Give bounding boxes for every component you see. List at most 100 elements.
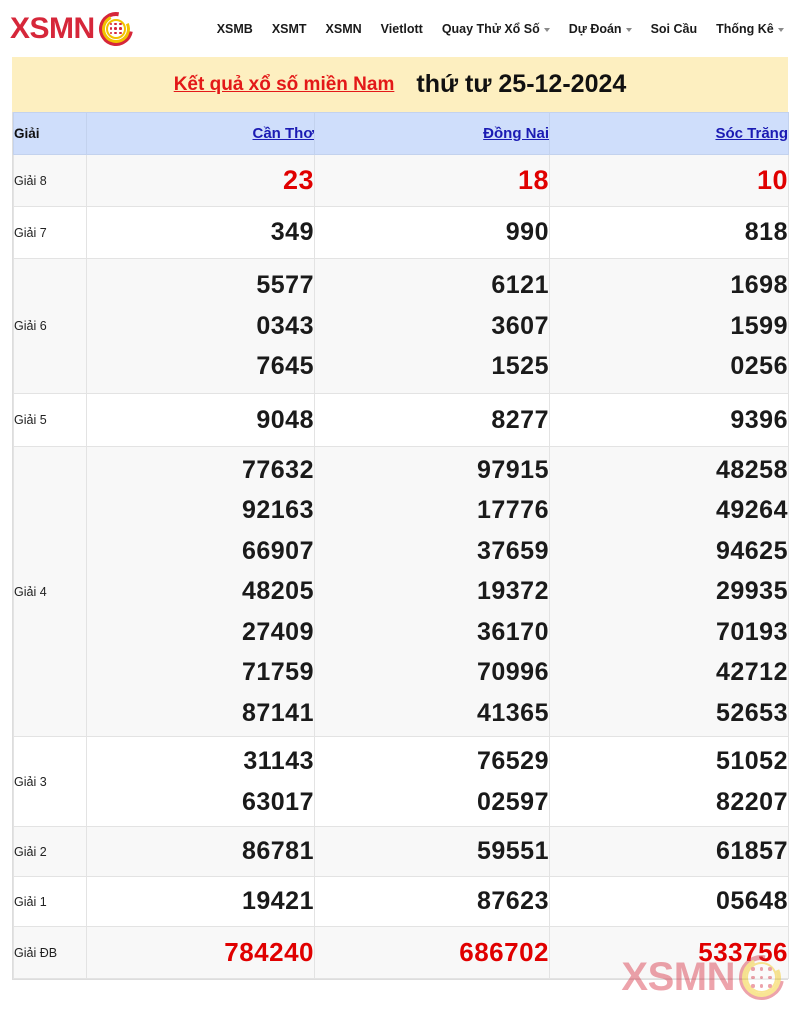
results-title-link[interactable]: Kết quả xổ số miền Nam <box>174 74 395 96</box>
logo-text: XSMN <box>10 11 95 45</box>
table-row-prize-4: Giải 4 77632 92163 66907 48205 27409 71759 871… <box>13 446 789 737</box>
table-row-prize-6: Giải 6 5577 0343 7645 6121 3607 1525 1698 159… <box>13 258 789 394</box>
result-cell: 18 <box>314 154 550 207</box>
result-number: 63017 <box>241 787 314 816</box>
result-cell: 818 <box>549 206 789 259</box>
result-number: 51052 <box>715 747 788 775</box>
province-link[interactable]: Đồng Nai <box>483 125 549 142</box>
result-number: 86781 <box>241 837 314 866</box>
result-number: 1525 <box>491 352 549 381</box>
nav-label: Quay Thử Xổ Số <box>441 21 540 36</box>
nav-item-xsmt[interactable]: XSMT <box>272 22 307 36</box>
column-header-province-3[interactable]: Sóc Trăng <box>549 112 789 155</box>
result-number: 1599 <box>730 311 788 340</box>
result-cell: 86781 <box>86 826 315 877</box>
result-number: 31143 <box>243 747 314 775</box>
column-header-prize: Giải <box>13 112 87 155</box>
result-cell: 9048 <box>86 393 315 447</box>
nav-label: XSMN <box>325 21 362 36</box>
results-title-banner: Kết quả xổ số miền Nam thứ tư 25-12-2024 <box>12 57 788 112</box>
site-header: XSMN XSMB XSMT XSMN Vietlott Quay Thử Xổ… <box>0 0 800 57</box>
nav-item-thong-ke[interactable]: Thống Kê <box>716 22 784 36</box>
result-number: 87623 <box>476 887 549 916</box>
nav-label: Soi Cầu <box>650 21 698 36</box>
province-link[interactable]: Cần Thơ <box>253 125 315 142</box>
prize-label: Giải 8 <box>13 154 87 207</box>
nav-item-xsmn[interactable]: XSMN <box>326 22 362 36</box>
table-row-prize-2: Giải 2 86781 59551 61857 <box>13 826 789 877</box>
result-number: 42712 <box>715 658 788 687</box>
result-number: 19421 <box>241 887 314 916</box>
site-logo[interactable]: XSMN <box>10 4 140 53</box>
result-cell: 48258 49264 94625 29935 70193 42712 52653 <box>549 446 789 737</box>
result-cell: 77632 92163 66907 48205 27409 71759 87141 <box>86 446 315 737</box>
result-number: 77632 <box>241 455 314 484</box>
prize-label: Giải 4 <box>13 446 87 737</box>
nav-item-quay-thu-xo-so[interactable]: Quay Thử Xổ Số <box>442 22 550 36</box>
result-number: 59551 <box>476 837 549 866</box>
nav-label: Thống Kê <box>716 21 774 36</box>
table-row-prize-3: Giải 3 31143 63017 76529 02597 51052 82207 <box>13 736 789 827</box>
result-number: 5577 <box>256 271 314 300</box>
prize-label: Giải 2 <box>13 826 87 877</box>
result-number: 02597 <box>476 787 549 816</box>
result-cell: 05648 <box>549 876 789 927</box>
nav-item-soi-cau[interactable]: Soi Cầu <box>651 22 698 36</box>
result-cell: 990 <box>314 206 550 259</box>
prize-label: Giải 1 <box>13 876 87 927</box>
result-cell: 61857 <box>549 826 789 877</box>
result-number: 990 <box>505 218 549 247</box>
lottery-ball-icon <box>92 4 140 53</box>
nav-item-du-doan[interactable]: Dự Đoán <box>569 22 632 36</box>
result-number: 94625 <box>715 536 788 565</box>
result-number: 8277 <box>491 405 549 434</box>
result-number: 37659 <box>476 536 549 565</box>
nav-item-vietlott[interactable]: Vietlott <box>381 22 423 36</box>
result-cell: 349 <box>86 206 315 259</box>
result-number: 349 <box>270 218 314 247</box>
province-link[interactable]: Sóc Trăng <box>715 125 788 142</box>
nav-label: Dự Đoán <box>568 21 622 36</box>
result-number: 1698 <box>730 271 788 300</box>
result-number: 70193 <box>715 617 788 646</box>
chevron-down-icon <box>777 27 784 32</box>
prize-label: Giải 3 <box>13 736 87 827</box>
result-number: 3607 <box>491 311 549 340</box>
column-header-province-2[interactable]: Đồng Nai <box>314 112 550 155</box>
result-number: 686702 <box>459 937 549 968</box>
result-number: 533756 <box>698 937 788 968</box>
result-cell: 23 <box>86 154 315 207</box>
nav-label: XSMT <box>271 21 307 36</box>
result-number: 61857 <box>715 837 788 866</box>
result-number: 66907 <box>241 536 314 565</box>
result-cell: 533756 <box>549 926 789 979</box>
result-cell: 59551 <box>314 826 550 877</box>
result-cell: 8277 <box>314 393 550 447</box>
nav-item-xsmb[interactable]: XSMB <box>217 22 253 36</box>
nav-label: Vietlott <box>380 21 423 36</box>
result-number: 49264 <box>715 496 788 525</box>
table-row-prize-5: Giải 5 9048 8277 9396 <box>13 393 789 447</box>
result-number: 70996 <box>476 658 549 687</box>
column-header-province-1[interactable]: Cần Thơ <box>86 112 315 155</box>
result-cell: 87623 <box>314 876 550 927</box>
nav-label: XSMB <box>216 21 253 36</box>
result-cell: 6121 3607 1525 <box>314 258 550 394</box>
result-number: 9048 <box>256 405 314 434</box>
result-cell: 686702 <box>314 926 550 979</box>
result-number: 41365 <box>476 698 549 727</box>
result-number: 18 <box>517 164 549 195</box>
result-cell: 1698 1599 0256 <box>549 258 789 394</box>
result-number: 29935 <box>715 577 788 606</box>
result-number: 7645 <box>256 352 314 381</box>
result-number: 6121 <box>491 271 549 300</box>
result-number: 52653 <box>715 698 788 727</box>
result-cell: 31143 63017 <box>86 736 315 827</box>
result-cell: 5577 0343 7645 <box>86 258 315 394</box>
result-cell: 10 <box>549 154 789 207</box>
main-navigation: XSMB XSMT XSMN Vietlott Quay Thử Xổ Số D… <box>217 22 784 36</box>
results-table-body: Giải 8 23 18 10 Giải 7 349 990 818 Giải … <box>13 154 789 979</box>
results-table-container: Giải Cần Thơ Đồng Nai Sóc Trăng Giải 8 2… <box>12 112 789 980</box>
result-cell: 76529 02597 <box>314 736 550 827</box>
result-number: 36170 <box>476 617 549 646</box>
